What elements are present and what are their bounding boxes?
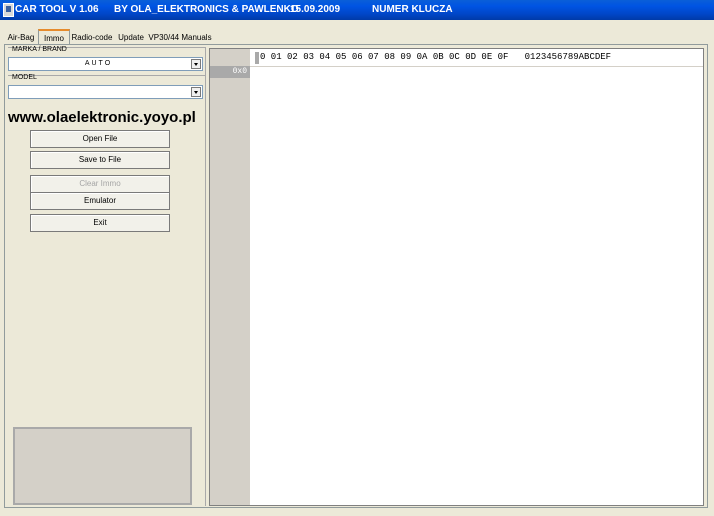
title-bar: CAR TOOL V 1.06 BY OLA_ELEKTRONICS & PAW… xyxy=(0,0,714,20)
image-preview-box xyxy=(13,427,192,505)
model-select[interactable] xyxy=(8,85,203,99)
key-number-label: NUMER KLUCZA xyxy=(372,4,453,15)
hex-data-area[interactable] xyxy=(250,67,703,505)
brand-value: AUTO xyxy=(84,60,113,67)
app-title: CAR TOOL V 1.06 xyxy=(15,4,99,15)
tab-immo[interactable]: Immo xyxy=(38,29,70,44)
column-marker xyxy=(255,52,259,64)
tab-update[interactable]: Update xyxy=(115,31,147,44)
open-file-button[interactable]: Open File xyxy=(30,130,170,148)
chevron-down-icon[interactable] xyxy=(191,87,201,97)
hex-editor[interactable]: 0 01 02 03 04 05 06 07 08 09 0A 0B 0C 0D… xyxy=(209,48,704,506)
app-icon[interactable] xyxy=(3,3,14,17)
hex-address: 0x0 xyxy=(210,66,250,78)
panel-splitter[interactable] xyxy=(205,48,206,506)
release-date: 15.09.2009 xyxy=(290,4,341,15)
brand-select[interactable]: AUTO xyxy=(8,57,203,71)
chevron-down-icon[interactable] xyxy=(191,59,201,69)
hex-column-header: 0 01 02 03 04 05 06 07 08 09 0A 0B 0C 0D… xyxy=(250,49,703,67)
tab-air-bag[interactable]: Air-Bag xyxy=(5,31,37,44)
hex-address-gutter: 0x0 xyxy=(210,66,250,505)
group-divider xyxy=(8,75,206,76)
save-to-file-button[interactable]: Save to File xyxy=(30,151,170,169)
model-label: MODEL xyxy=(12,74,37,81)
website-url: www.olaelektronic.yoyo.pl xyxy=(8,109,196,126)
hex-corner xyxy=(210,49,250,66)
clear-immo-button[interactable]: Clear Immo xyxy=(30,175,170,193)
tab-vp30-44-manuals[interactable]: VP30/44 Manuals xyxy=(148,31,212,44)
emulator-button[interactable]: Emulator xyxy=(30,192,170,210)
author-text: BY OLA_ELEKTRONICS & PAWLENKO xyxy=(114,4,299,15)
exit-button[interactable]: Exit xyxy=(30,214,170,232)
hex-header-text: 0 01 02 03 04 05 06 07 08 09 0A 0B 0C 0D… xyxy=(260,52,612,62)
tab-radio-code[interactable]: Radio-code xyxy=(70,31,114,44)
brand-label: MARKA / BRAND xyxy=(12,46,67,53)
